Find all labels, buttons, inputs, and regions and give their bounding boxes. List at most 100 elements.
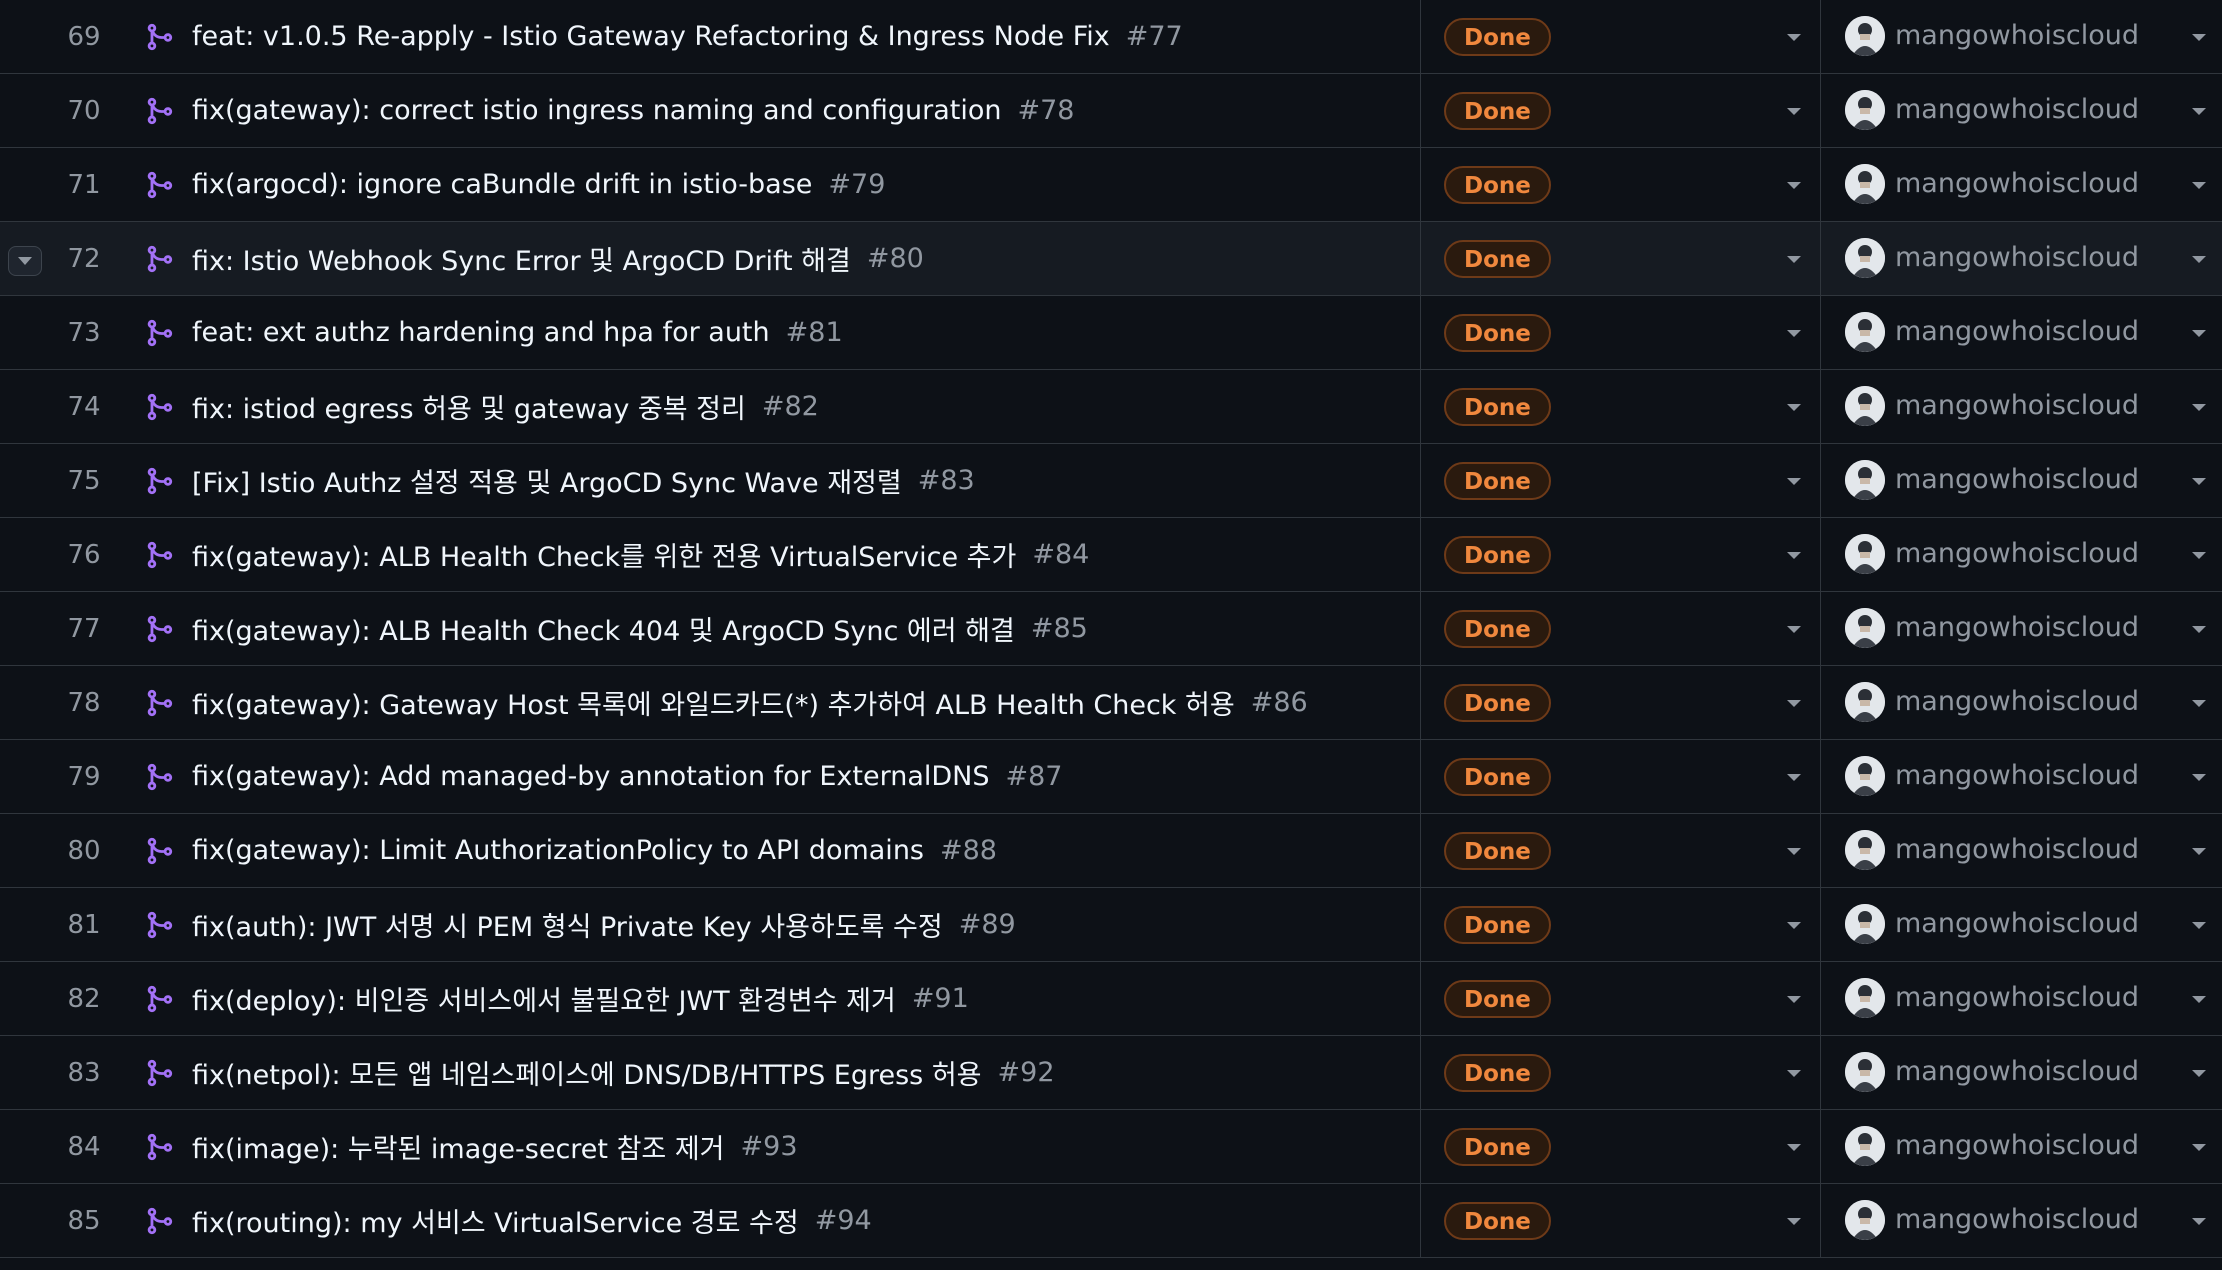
chevron-down-icon[interactable] (2192, 1070, 2206, 1077)
pr-number-link[interactable]: #87 (1006, 761, 1063, 792)
issue-title-link[interactable]: fix(deploy): 비인증 서비스에서 불필요한 JWT 환경변수 제거 (192, 979, 896, 1018)
chevron-down-icon[interactable] (1787, 1144, 1801, 1151)
assignee-cell[interactable]: mangowhoiscloud (1821, 518, 2222, 591)
status-cell[interactable]: Done (1420, 814, 1820, 887)
issue-title-link[interactable]: fix(image): 누락된 image-secret 참조 제거 (192, 1127, 725, 1166)
status-cell[interactable]: Done (1420, 1036, 1820, 1109)
table-row[interactable]: 79 fix(gateway): Add managed-by annotati… (0, 740, 2222, 814)
issue-title-link[interactable]: fix(gateway): ALB Health Check 404 및 Arg… (192, 609, 1015, 648)
chevron-down-icon[interactable] (1787, 922, 1801, 929)
chevron-down-icon[interactable] (1787, 478, 1801, 485)
pr-number-link[interactable]: #89 (959, 909, 1016, 940)
chevron-down-icon[interactable] (1787, 1070, 1801, 1077)
assignee-cell[interactable]: mangowhoiscloud (1821, 888, 2222, 961)
issue-title-link[interactable]: fix(netpol): 모든 앱 네임스페이스에 DNS/DB/HTTPS E… (192, 1053, 982, 1092)
issue-title-link[interactable]: fix(gateway): correct istio ingress nami… (192, 95, 1001, 126)
assignee-cell[interactable]: mangowhoiscloud (1821, 666, 2222, 739)
assignee-cell[interactable]: mangowhoiscloud (1821, 222, 2222, 295)
pr-number-link[interactable]: #92 (998, 1057, 1055, 1088)
table-row[interactable]: 69 feat: v1.0.5 Re-apply - Istio Gateway… (0, 0, 2222, 74)
pr-number-link[interactable]: #85 (1031, 613, 1088, 644)
chevron-down-icon[interactable] (1787, 330, 1801, 337)
pr-number-link[interactable]: #78 (1017, 95, 1074, 126)
table-row[interactable]: 80 fix(gateway): Limit AuthorizationPoli… (0, 814, 2222, 888)
pr-number-link[interactable]: #86 (1251, 687, 1308, 718)
assignee-cell[interactable]: mangowhoiscloud (1821, 148, 2222, 221)
pr-number-link[interactable]: #82 (762, 391, 819, 422)
issue-title-link[interactable]: fix(gateway): Limit AuthorizationPolicy … (192, 835, 924, 866)
status-cell[interactable]: Done (1420, 1184, 1820, 1257)
status-cell[interactable]: Done (1420, 74, 1820, 147)
chevron-down-icon[interactable] (2192, 34, 2206, 41)
chevron-down-icon[interactable] (2192, 774, 2206, 781)
status-cell[interactable]: Done (1420, 666, 1820, 739)
chevron-down-icon[interactable] (2192, 256, 2206, 263)
status-cell[interactable]: Done (1420, 962, 1820, 1035)
table-row[interactable]: 77 fix(gateway): ALB Health Check 404 및 … (0, 592, 2222, 666)
issue-title-link[interactable]: fix(gateway): Add managed-by annotation … (192, 761, 990, 792)
status-cell[interactable]: Done (1420, 740, 1820, 813)
chevron-down-icon[interactable] (2192, 552, 2206, 559)
assignee-cell[interactable]: mangowhoiscloud (1821, 592, 2222, 665)
chevron-down-icon[interactable] (1787, 774, 1801, 781)
table-row[interactable]: 74 fix: istiod egress 허용 및 gateway 중복 정리… (0, 370, 2222, 444)
chevron-down-icon[interactable] (2192, 1144, 2206, 1151)
chevron-down-icon[interactable] (1787, 256, 1801, 263)
chevron-down-icon[interactable] (2192, 626, 2206, 633)
chevron-down-icon[interactable] (1787, 182, 1801, 189)
issue-title-link[interactable]: fix(routing): my 서비스 VirtualService 경로 수… (192, 1201, 799, 1240)
chevron-down-icon[interactable] (1787, 1218, 1801, 1225)
assignee-cell[interactable]: mangowhoiscloud (1821, 1184, 2222, 1257)
assignee-cell[interactable]: mangowhoiscloud (1821, 962, 2222, 1035)
table-row[interactable]: 82 fix(deploy): 비인증 서비스에서 불필요한 JWT 환경변수 … (0, 962, 2222, 1036)
status-cell[interactable]: Done (1420, 0, 1820, 73)
issue-title-link[interactable]: feat: v1.0.5 Re-apply - Istio Gateway Re… (192, 21, 1110, 52)
assignee-cell[interactable]: mangowhoiscloud (1821, 1036, 2222, 1109)
pr-number-link[interactable]: #84 (1032, 539, 1089, 570)
table-row[interactable]: 75 [Fix] Istio Authz 설정 적용 및 ArgoCD Sync… (0, 444, 2222, 518)
issue-title-link[interactable]: fix: istiod egress 허용 및 gateway 중복 정리 (192, 387, 746, 426)
chevron-down-icon[interactable] (1787, 552, 1801, 559)
assignee-cell[interactable]: mangowhoiscloud (1821, 1110, 2222, 1183)
pr-number-link[interactable]: #94 (815, 1205, 872, 1236)
chevron-down-icon[interactable] (1787, 848, 1801, 855)
chevron-down-icon[interactable] (2192, 1218, 2206, 1225)
table-row[interactable]: 83 fix(netpol): 모든 앱 네임스페이스에 DNS/DB/HTTP… (0, 1036, 2222, 1110)
pr-number-link[interactable]: #79 (828, 169, 885, 200)
status-cell[interactable]: Done (1420, 1110, 1820, 1183)
status-cell[interactable]: Done (1420, 148, 1820, 221)
chevron-down-icon[interactable] (2192, 922, 2206, 929)
table-row[interactable]: 81 fix(auth): JWT 서명 시 PEM 형식 Private Ke… (0, 888, 2222, 962)
assignee-cell[interactable]: mangowhoiscloud (1821, 0, 2222, 73)
chevron-down-icon[interactable] (1787, 108, 1801, 115)
chevron-down-icon[interactable] (1787, 34, 1801, 41)
chevron-down-icon[interactable] (2192, 182, 2206, 189)
assignee-cell[interactable]: mangowhoiscloud (1821, 814, 2222, 887)
pr-number-link[interactable]: #88 (940, 835, 997, 866)
table-row[interactable]: 71 fix(argocd): ignore caBundle drift in… (0, 148, 2222, 222)
chevron-down-icon[interactable] (2192, 108, 2206, 115)
pr-number-link[interactable]: #83 (918, 465, 975, 496)
chevron-down-icon[interactable] (2192, 700, 2206, 707)
table-row[interactable]: 78 fix(gateway): Gateway Host 목록에 와일드카드(… (0, 666, 2222, 740)
pr-number-link[interactable]: #80 (867, 243, 924, 274)
status-cell[interactable]: Done (1420, 222, 1820, 295)
chevron-down-icon[interactable] (1787, 626, 1801, 633)
table-row[interactable]: 84 fix(image): 누락된 image-secret 참조 제거 #9… (0, 1110, 2222, 1184)
issue-title-link[interactable]: fix: Istio Webhook Sync Error 및 ArgoCD D… (192, 239, 851, 278)
pr-number-link[interactable]: #91 (912, 983, 969, 1014)
pr-number-link[interactable]: #93 (741, 1131, 798, 1162)
chevron-down-icon[interactable] (1787, 996, 1801, 1003)
chevron-down-icon[interactable] (2192, 478, 2206, 485)
table-row[interactable]: 73 feat: ext authz hardening and hpa for… (0, 296, 2222, 370)
status-cell[interactable]: Done (1420, 592, 1820, 665)
issue-title-link[interactable]: [Fix] Istio Authz 설정 적용 및 ArgoCD Sync Wa… (192, 461, 902, 500)
status-cell[interactable]: Done (1420, 296, 1820, 369)
assignee-cell[interactable]: mangowhoiscloud (1821, 444, 2222, 517)
table-row[interactable]: 72 fix: Istio Webhook Sync Error 및 ArgoC… (0, 222, 2222, 296)
table-row[interactable]: 76 fix(gateway): ALB Health Check를 위한 전용… (0, 518, 2222, 592)
table-row[interactable]: 70 fix(gateway): correct istio ingress n… (0, 74, 2222, 148)
assignee-cell[interactable]: mangowhoiscloud (1821, 740, 2222, 813)
chevron-down-icon[interactable] (2192, 404, 2206, 411)
assignee-cell[interactable]: mangowhoiscloud (1821, 296, 2222, 369)
